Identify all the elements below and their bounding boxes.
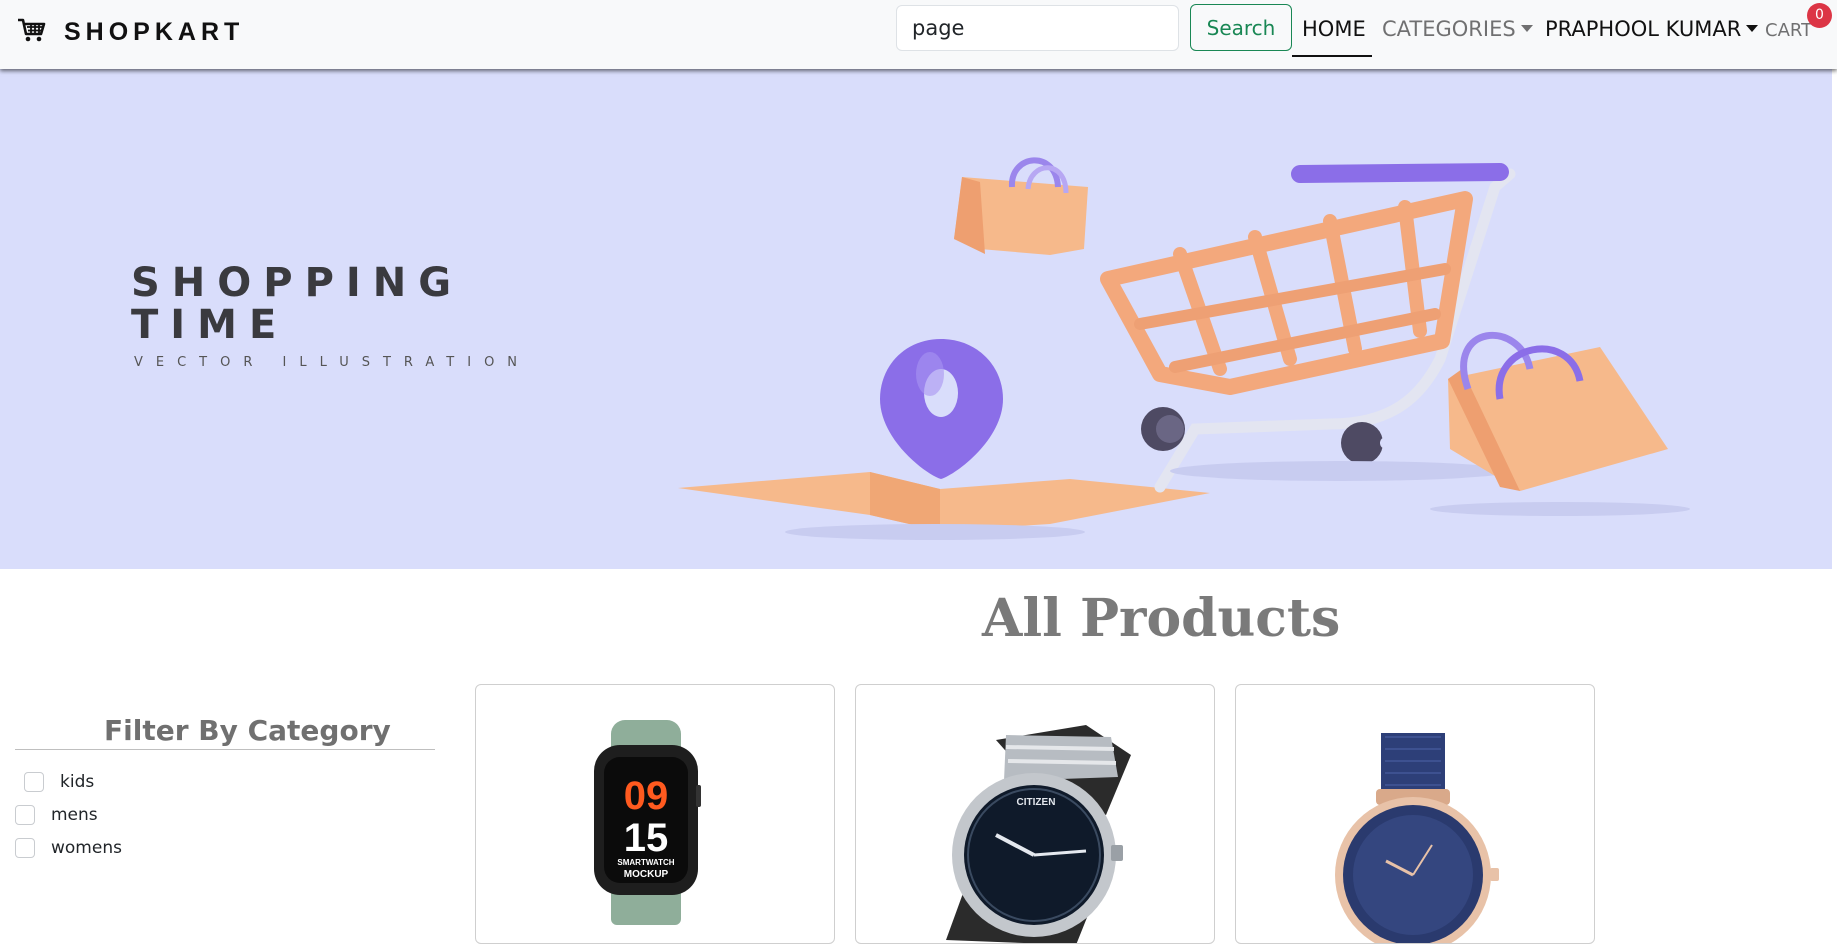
- nav-cart-link[interactable]: CART: [1765, 20, 1812, 41]
- hero-title-line1: SHOPPING: [131, 260, 464, 306]
- filter-option-label: mens: [51, 805, 98, 825]
- search-input[interactable]: [896, 5, 1179, 51]
- citizen-watch-image: CITIZEN: [946, 725, 1131, 943]
- hero-title-line2: TIME: [131, 302, 289, 348]
- product-card[interactable]: 09 15 SMARTWATCH MOCKUP: [475, 684, 835, 944]
- filter-option-womens[interactable]: womens: [15, 838, 122, 858]
- watch-face-hour: 09: [624, 774, 669, 818]
- filter-title: Filter By Category: [104, 714, 391, 747]
- shopping-cart-icon: [16, 14, 48, 51]
- top-navbar: SHOPKART Search HOME CATEGORIES PRAPHOOL…: [0, 0, 1837, 69]
- watch-face-minute: 15: [624, 816, 669, 860]
- checkbox[interactable]: [15, 805, 35, 825]
- brand[interactable]: SHOPKART: [16, 14, 244, 51]
- active-link-underline: [1292, 55, 1372, 57]
- nav-categories-dropdown[interactable]: CATEGORIES: [1382, 17, 1533, 41]
- checkbox[interactable]: [24, 772, 44, 792]
- hero-subtitle: VECTOR ILLUSTRATION: [134, 355, 531, 370]
- hero-title: SHOPPING TIME: [131, 262, 463, 346]
- hero-banner: SHOPPING TIME VECTOR ILLUSTRATION: [0, 69, 1832, 569]
- filter-option-mens[interactable]: mens: [15, 805, 98, 825]
- checkbox[interactable]: [15, 838, 35, 858]
- nav-user-label: PRAPHOOL KUMAR: [1545, 17, 1742, 41]
- divider: [15, 749, 435, 750]
- nav-user-dropdown[interactable]: PRAPHOOL KUMAR: [1545, 17, 1759, 41]
- product-card[interactable]: CITIZEN: [855, 684, 1215, 944]
- blue-mesh-watch-image: [1335, 733, 1499, 943]
- nav-home-link[interactable]: HOME: [1302, 17, 1366, 41]
- filter-option-label: womens: [51, 838, 122, 858]
- smartwatch-image: 09 15 SMARTWATCH MOCKUP: [594, 720, 701, 925]
- filter-option-label: kids: [60, 772, 95, 792]
- watch-face-label: SMARTWATCH: [617, 858, 674, 867]
- chevron-down-icon: [1520, 25, 1533, 32]
- watch-brand-mark: CITIZEN: [1017, 797, 1056, 808]
- filter-option-kids[interactable]: kids: [24, 772, 94, 792]
- product-card[interactable]: [1235, 684, 1595, 944]
- search-button[interactable]: Search: [1190, 4, 1292, 51]
- chevron-down-icon: [1746, 25, 1759, 32]
- cart-count-badge: 0: [1807, 3, 1832, 28]
- watch-face-label: MOCKUP: [624, 869, 669, 880]
- all-products-heading: All Products: [982, 588, 1341, 649]
- brand-name: SHOPKART: [64, 18, 245, 46]
- nav-categories-label: CATEGORIES: [1382, 17, 1516, 41]
